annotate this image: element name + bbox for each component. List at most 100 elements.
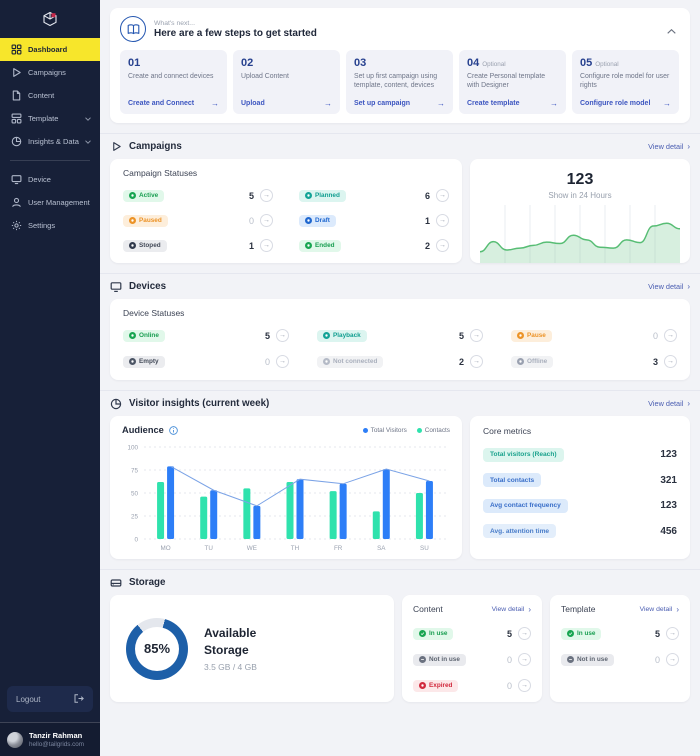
status-arrow-button[interactable]: → bbox=[260, 189, 273, 202]
storage-section: Storage 85% Available Storage 3.5 GB / 4… bbox=[100, 569, 700, 702]
status-dot-icon bbox=[305, 217, 312, 224]
play-icon bbox=[11, 67, 22, 78]
dashboard-app: Dashboard Campaigns Content Template bbox=[0, 0, 700, 756]
status-badge-draft: Draft bbox=[299, 215, 336, 227]
status-count: 1 bbox=[249, 241, 254, 251]
status-dot-icon bbox=[517, 358, 524, 365]
cube-logo-icon bbox=[42, 11, 58, 27]
dashboard-grid-icon bbox=[11, 44, 22, 55]
arrow-right-icon: → bbox=[550, 99, 558, 108]
visitor-insights-section: Visitor insights (current week) View det… bbox=[100, 390, 700, 559]
step-link[interactable]: Set up campaign bbox=[354, 100, 410, 107]
metric-value: 456 bbox=[660, 526, 677, 537]
step-link[interactable]: Upload bbox=[241, 100, 265, 107]
content-view-detail-link[interactable]: View detail› bbox=[492, 605, 531, 614]
status-arrow-button[interactable]: → bbox=[664, 355, 677, 368]
status-arrow-button[interactable]: → bbox=[470, 329, 483, 342]
status-arrow-button[interactable]: → bbox=[436, 239, 449, 252]
svg-text:100: 100 bbox=[127, 444, 138, 451]
sidebar-item-content[interactable]: Content bbox=[0, 84, 100, 107]
status-arrow-button[interactable]: → bbox=[664, 329, 677, 342]
sidebar-item-label: Insights & Data bbox=[28, 137, 79, 146]
devices-section: Devices View detail› Device Statuses Onl… bbox=[100, 273, 700, 380]
sidebar-item-device[interactable]: Device bbox=[0, 168, 100, 191]
status-row-pause: Pause 0 → bbox=[511, 329, 677, 342]
step-description: Upload Content bbox=[241, 72, 332, 93]
status-dot-icon bbox=[305, 192, 312, 199]
status-arrow-button[interactable]: → bbox=[666, 627, 679, 640]
status-count: 6 bbox=[425, 191, 430, 201]
logout-button[interactable]: Logout bbox=[7, 686, 93, 712]
status-count: 2 bbox=[425, 241, 430, 251]
chevron-right-icon: › bbox=[528, 605, 531, 614]
status-arrow-button[interactable]: → bbox=[276, 355, 289, 368]
template-view-detail-link[interactable]: View detail› bbox=[640, 605, 679, 614]
status-dot-icon bbox=[419, 656, 426, 663]
avatar bbox=[7, 732, 23, 748]
step-card-4[interactable]: 04Optional Create Personal template with… bbox=[459, 50, 566, 114]
status-arrow-button[interactable]: → bbox=[436, 189, 449, 202]
svg-text:MO: MO bbox=[160, 545, 170, 552]
status-arrow-button[interactable]: → bbox=[260, 239, 273, 252]
status-dot-icon bbox=[129, 332, 136, 339]
step-card-3[interactable]: 03 Set up first campaign using template,… bbox=[346, 50, 453, 114]
status-badge-offline: Offline bbox=[511, 356, 553, 368]
whats-next-title: Here are a few steps to get started bbox=[154, 28, 317, 39]
devices-view-detail-link[interactable]: View detail› bbox=[648, 282, 690, 291]
sidebar-item-campaigns[interactable]: Campaigns bbox=[0, 61, 100, 84]
step-description: Create Personal template with Designer bbox=[467, 72, 558, 93]
user-profile[interactable]: Tanzir Rahman hello@tailgrids.com bbox=[0, 722, 100, 756]
insights-view-detail-link[interactable]: View detail› bbox=[648, 399, 690, 408]
card-title: Core metrics bbox=[483, 426, 677, 436]
status-dot-icon bbox=[305, 242, 312, 249]
section-title: Devices bbox=[129, 281, 166, 292]
sidebar-nav: Dashboard Campaigns Content Template bbox=[0, 38, 100, 237]
status-arrow-button[interactable]: → bbox=[518, 679, 531, 692]
legend-dot bbox=[363, 428, 368, 433]
status-badge-expired: Expired bbox=[413, 680, 458, 692]
section-title: Campaigns bbox=[129, 141, 182, 152]
chevron-right-icon: › bbox=[687, 399, 690, 408]
step-link[interactable]: Create and Connect bbox=[128, 100, 194, 107]
status-arrow-button[interactable]: → bbox=[470, 355, 483, 368]
metric-value: 123 bbox=[660, 500, 677, 511]
sidebar-item-insights-data[interactable]: Insights & Data bbox=[0, 130, 100, 153]
status-arrow-button[interactable]: → bbox=[518, 627, 531, 640]
logout-label: Logout bbox=[16, 695, 40, 704]
status-badge-in-use: In use bbox=[413, 628, 453, 640]
template-card: Template View detail› In use 5 → Not in … bbox=[550, 595, 690, 702]
collapse-chevron-up-icon[interactable] bbox=[667, 22, 676, 37]
status-arrow-button[interactable]: → bbox=[276, 329, 289, 342]
status-arrow-button[interactable]: → bbox=[260, 214, 273, 227]
sidebar-item-user-management[interactable]: User Management bbox=[0, 191, 100, 214]
status-count: 5 bbox=[265, 331, 270, 341]
sidebar-item-dashboard[interactable]: Dashboard bbox=[0, 38, 100, 61]
available-storage-card: 85% Available Storage 3.5 GB / 4 GB bbox=[110, 595, 394, 702]
status-row-planned: Planned 6 → bbox=[299, 189, 449, 202]
info-icon[interactable] bbox=[169, 426, 178, 435]
status-arrow-button[interactable]: → bbox=[666, 653, 679, 666]
sidebar-item-template[interactable]: Template bbox=[0, 107, 100, 130]
pie-chart-icon bbox=[11, 136, 22, 147]
status-arrow-button[interactable]: → bbox=[436, 214, 449, 227]
campaigns-view-detail-link[interactable]: View detail› bbox=[648, 142, 690, 151]
step-card-2[interactable]: 02 Upload Content Upload→ bbox=[233, 50, 340, 114]
sidebar-item-settings[interactable]: Settings bbox=[0, 214, 100, 237]
app-logo[interactable] bbox=[0, 0, 100, 38]
step-card-5[interactable]: 05Optional Configure role model for user… bbox=[572, 50, 679, 114]
step-link[interactable]: Create template bbox=[467, 100, 520, 107]
status-row-offline: Offline 3 → bbox=[511, 355, 677, 368]
status-dot-icon bbox=[129, 358, 136, 365]
step-card-1[interactable]: 01 Create and connect devices Create and… bbox=[120, 50, 227, 114]
status-arrow-button[interactable]: → bbox=[518, 653, 531, 666]
svg-text:75: 75 bbox=[131, 467, 139, 474]
status-row-empty: Empty 0 → bbox=[123, 355, 289, 368]
document-icon bbox=[11, 90, 22, 101]
status-badge-planned: Planned bbox=[299, 190, 346, 202]
sidebar-item-label: Content bbox=[28, 91, 54, 100]
steps-row: 01 Create and connect devices Create and… bbox=[120, 50, 680, 114]
status-dot-icon bbox=[517, 332, 524, 339]
main-content: What's next... Here are a few steps to g… bbox=[100, 0, 700, 756]
step-link[interactable]: Configure role model bbox=[580, 100, 650, 107]
card-title: Device Statuses bbox=[123, 308, 677, 318]
